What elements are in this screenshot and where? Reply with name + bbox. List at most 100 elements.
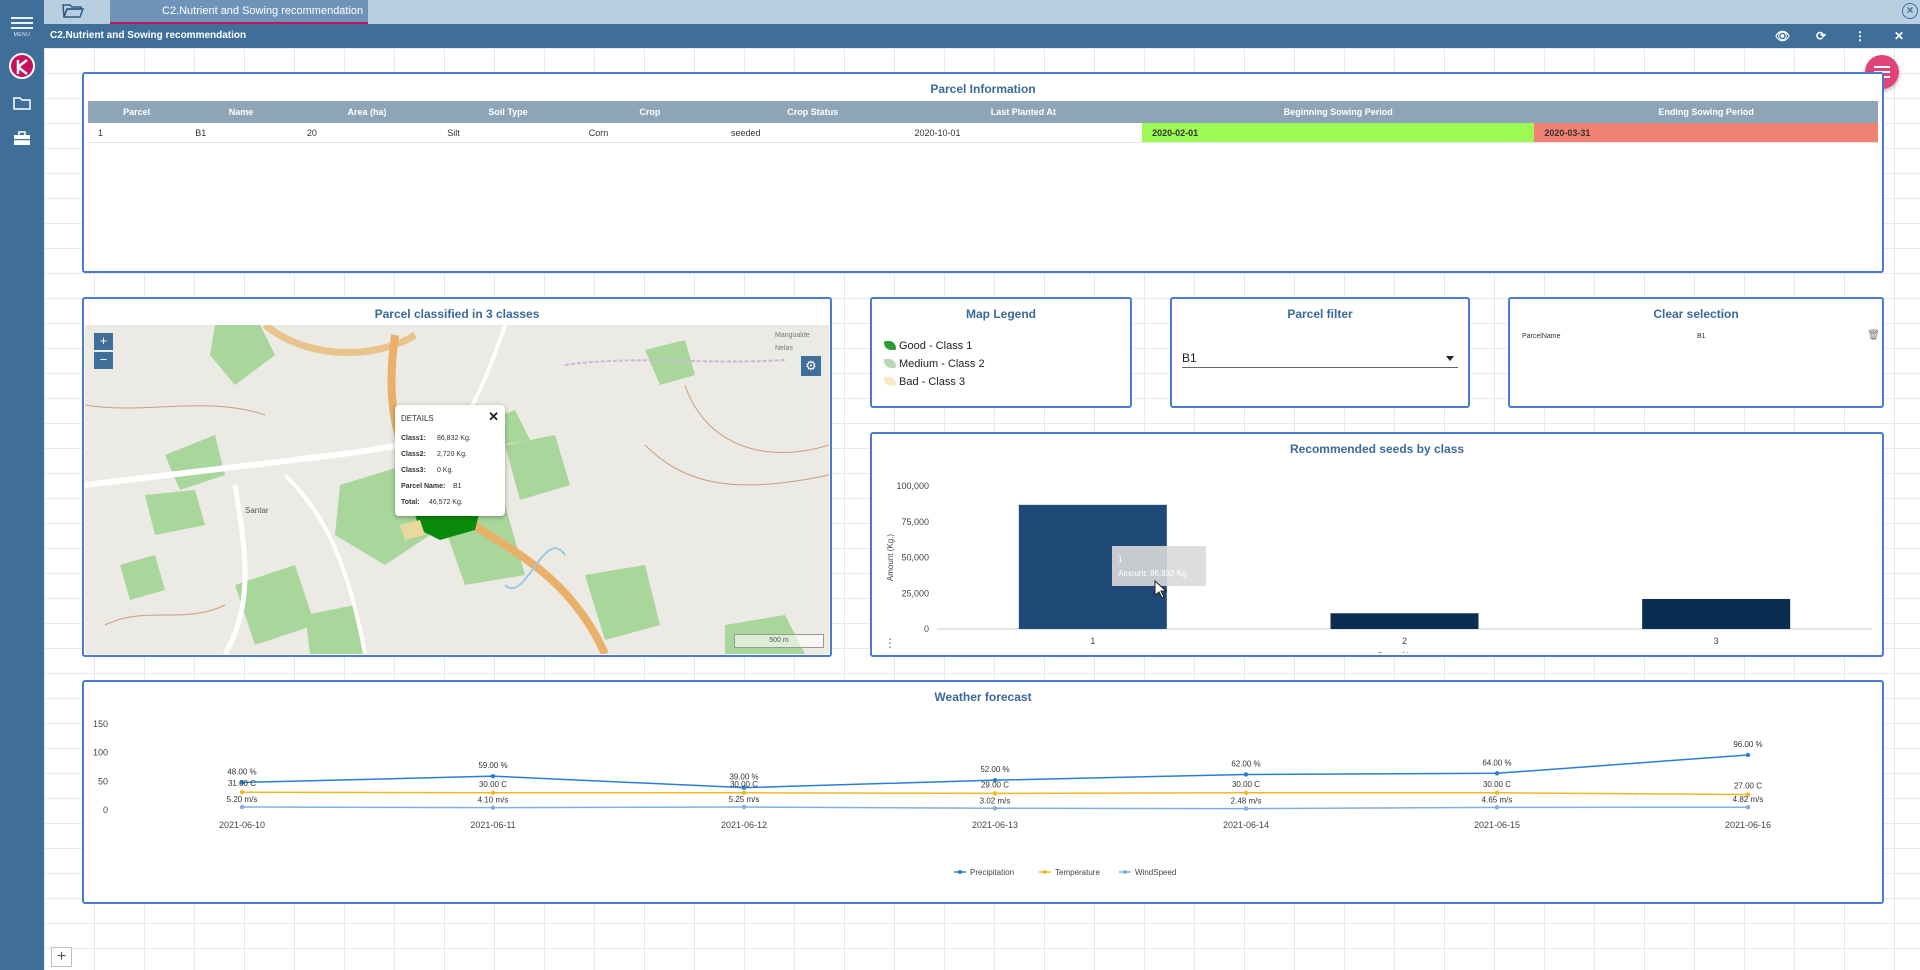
parcel-select[interactable]: B1 bbox=[1182, 349, 1458, 368]
more-vertical-icon[interactable]: ⋮ bbox=[1853, 24, 1867, 48]
column-header[interactable]: Area (ha) bbox=[296, 101, 438, 123]
data-point bbox=[1745, 752, 1751, 758]
column-header[interactable]: Ending Sowing Period bbox=[1534, 101, 1878, 123]
data-point bbox=[1745, 805, 1751, 810]
x-tick-label: 2021-06-14 bbox=[1223, 820, 1269, 830]
legend-marker bbox=[1043, 870, 1047, 874]
column-header[interactable]: Crop Status bbox=[720, 101, 905, 123]
data-label: 59.00 % bbox=[478, 761, 507, 770]
data-label: 2.48 m/s bbox=[1231, 797, 1262, 806]
y-tick-label: 0 bbox=[924, 624, 929, 634]
bar[interactable] bbox=[1642, 598, 1791, 629]
parcel-map-panel: Parcel classified in 3 classes Santar Ma… bbox=[82, 297, 832, 657]
briefcase-icon[interactable] bbox=[13, 131, 31, 149]
data-label: 62.00 % bbox=[1231, 759, 1260, 768]
leaf-icon bbox=[884, 377, 896, 386]
x-tick-label: 2021-06-16 bbox=[1725, 820, 1771, 830]
zoom-out-button[interactable]: − bbox=[94, 352, 113, 369]
legend-label: Temperature bbox=[1055, 868, 1100, 877]
x-tick-label: 2021-06-12 bbox=[721, 820, 767, 830]
data-point bbox=[992, 791, 998, 796]
chevron-down-icon bbox=[1446, 356, 1454, 361]
data-label: 48.00 % bbox=[227, 767, 256, 776]
panel-title: Clear selection bbox=[1653, 307, 1739, 321]
data-point bbox=[741, 804, 747, 810]
folder-icon[interactable] bbox=[13, 96, 31, 114]
legend-item[interactable]: WindSpeed bbox=[1119, 868, 1176, 877]
selection-field: ParcelName bbox=[1522, 333, 1561, 340]
legend-item[interactable]: Precipitation bbox=[954, 868, 1014, 877]
tooltip-line: Amount: 86,832 Kg. bbox=[1118, 569, 1189, 578]
table-cell: 20 bbox=[296, 123, 438, 143]
x-tick-label: 2021-06-15 bbox=[1474, 820, 1520, 830]
data-point bbox=[490, 790, 496, 795]
table-cell: 2020-03-31 bbox=[1534, 123, 1878, 143]
seeds-bar-chart: 100,000 75,000 50,000 25,000 0 Amount (Kg.) 1 2… bbox=[884, 481, 1872, 653]
column-header[interactable]: Last Planted At bbox=[904, 101, 1143, 123]
data-label: 5.20 m/s bbox=[227, 795, 258, 804]
column-header[interactable]: Parcel bbox=[88, 101, 186, 123]
leaf-icon bbox=[884, 341, 896, 350]
data-point bbox=[992, 806, 998, 811]
column-header[interactable]: Beginning Sowing Period bbox=[1142, 101, 1535, 123]
open-folder-icon[interactable] bbox=[62, 3, 85, 24]
y-tick-label: 0 bbox=[103, 805, 108, 815]
x-tick-label: 1 bbox=[1090, 636, 1095, 646]
legend-marker bbox=[1123, 870, 1127, 874]
legend-item: Bad - Class 3 bbox=[884, 373, 1130, 391]
panel-title: Parcel classified in 3 classes bbox=[374, 307, 540, 321]
panel-title: Parcel Information bbox=[930, 82, 1036, 96]
popup-close-button[interactable]: ✕ bbox=[488, 409, 499, 425]
data-point bbox=[1494, 771, 1500, 776]
legend-label: WindSpeed bbox=[1135, 868, 1176, 877]
selection-value: B1 bbox=[1697, 333, 1706, 340]
add-widget-button[interactable]: + bbox=[51, 947, 72, 967]
data-point bbox=[1243, 806, 1249, 811]
bar[interactable] bbox=[1330, 613, 1479, 629]
legend-marker bbox=[958, 870, 962, 874]
legend-item: Medium - Class 2 bbox=[884, 355, 1130, 373]
app-logo[interactable] bbox=[9, 53, 35, 79]
data-point bbox=[1243, 790, 1249, 795]
parcel-table: Parcel Name Area (ha) Soil Type Crop Crop Sta… bbox=[88, 101, 1878, 143]
tab-nutrient-sowing[interactable]: C2.Nutrient and Sowing recommendation bbox=[110, 0, 368, 24]
map-settings-icon[interactable]: ⚙ bbox=[801, 356, 821, 376]
x-tick-label: 2021-06-10 bbox=[219, 820, 265, 830]
column-header[interactable]: Name bbox=[185, 101, 297, 123]
svg-text:Mangualde: Mangualde bbox=[775, 332, 810, 339]
y-tick-label: 150 bbox=[93, 719, 108, 729]
data-label: 96.00 % bbox=[1733, 740, 1762, 749]
table-row[interactable]: 1 B1 20 Silt Corn seeded 2020-10-01 2020-02-01 2… bbox=[88, 123, 1878, 143]
data-label: 4.10 m/s bbox=[478, 796, 509, 805]
popup-row: Class3: 0 Kg. bbox=[401, 467, 454, 474]
panel-title: Recommended seeds by class bbox=[1289, 442, 1465, 456]
table-cell: 1 bbox=[88, 123, 186, 143]
panel-title: Weather forecast bbox=[934, 690, 1032, 704]
table-cell: B1 bbox=[185, 123, 297, 143]
column-header[interactable]: Soil Type bbox=[437, 101, 579, 123]
menu-label: MENU bbox=[13, 32, 31, 38]
menu-button[interactable]: MENU bbox=[9, 14, 35, 40]
seeds-chart-panel: Recommended seeds by class 100,000 75,000… bbox=[870, 432, 1884, 657]
svg-text:Santar: Santar bbox=[245, 506, 269, 515]
leaf-icon bbox=[884, 359, 896, 368]
data-label: 27.00 C bbox=[1734, 782, 1762, 791]
data-label: 30.00 C bbox=[1483, 780, 1511, 789]
close-all-icon[interactable]: × bbox=[1902, 3, 1918, 19]
data-point bbox=[490, 805, 496, 810]
eye-icon[interactable]: 👁 bbox=[1775, 24, 1790, 48]
x-tick-label: 2021-06-13 bbox=[972, 820, 1018, 830]
zoom-in-button[interactable]: + bbox=[94, 333, 113, 350]
column-header[interactable]: Crop bbox=[578, 101, 721, 123]
refresh-icon[interactable]: ⟳ bbox=[1814, 24, 1828, 48]
x-axis-label: Zone Classes bbox=[1377, 651, 1433, 653]
x-tick-label: 2 bbox=[1402, 636, 1407, 646]
trash-icon[interactable]: 🗑 bbox=[1867, 330, 1880, 341]
data-label: 4.65 m/s bbox=[1482, 795, 1513, 804]
table-cell: 2020-10-01 bbox=[904, 123, 1143, 143]
close-icon[interactable]: ✕ bbox=[1892, 24, 1906, 48]
legend-item[interactable]: Temperature bbox=[1039, 868, 1100, 877]
window-titlebar: C2.Nutrient and Sowing recommendation 👁 … bbox=[44, 24, 1920, 48]
parcel-map[interactable]: Santar Mangualde Nelas + − ⚙ 500 m DETAI… bbox=[85, 325, 829, 654]
selection-row: ParcelName B1 🗑 bbox=[1522, 330, 1880, 341]
